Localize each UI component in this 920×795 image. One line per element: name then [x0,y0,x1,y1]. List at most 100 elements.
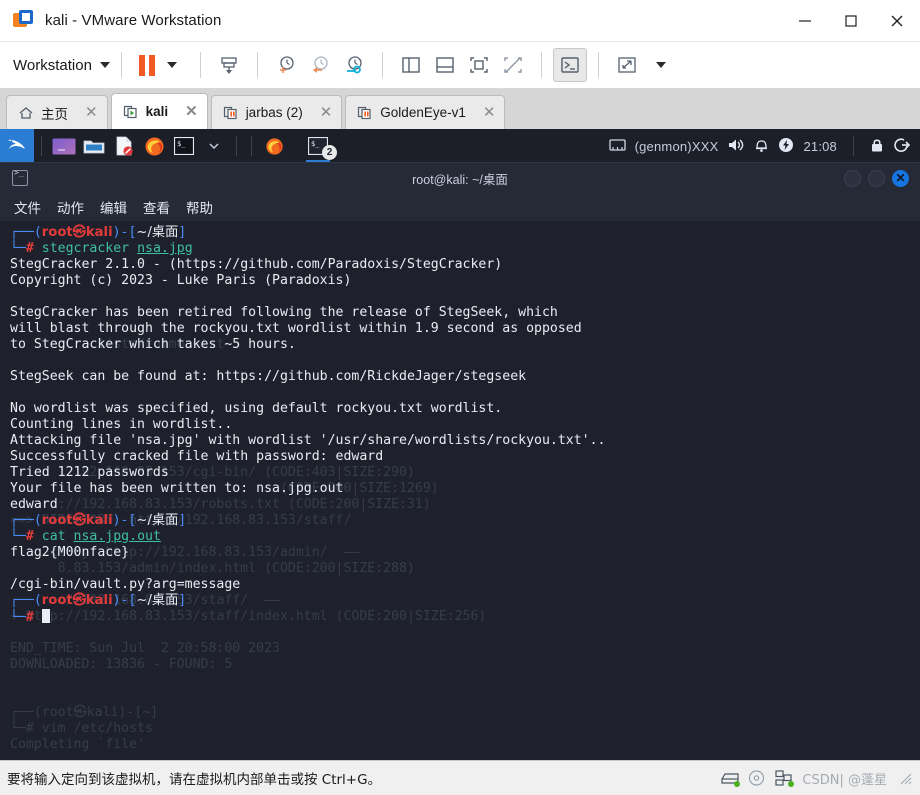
power-icon[interactable] [778,137,794,156]
toolbar-divider [597,52,599,78]
workstation-menu-label: Workstation [13,56,92,74]
full-screen-button[interactable] [610,48,644,82]
hard-disk-status-icon[interactable] [721,770,741,787]
launcher-terminal[interactable]: $_ [169,129,199,163]
terminal-live-text: ┌──(root㉿kali)-[~/桌面] └─# stegcracker nsa… [10,225,920,625]
terminal-ghost-line [10,673,920,689]
terminal-ghost-line: DOWNLOADED: 13836 - FOUND: 5 [10,657,233,672]
terminal-titlebar: root@kali: ~/桌面 ✕ [0,163,920,193]
unity-mode-dropdown-button[interactable] [644,48,678,82]
clock[interactable]: 21:08 [803,139,837,154]
show-library-button[interactable] [394,48,428,82]
show-thumbnail-bar-button[interactable] [428,48,462,82]
terminal-ghost-line: └─# vim /etc/hosts [10,721,153,736]
terminal-title: root@kali: ~/桌面 [412,172,508,187]
genmon-text: (genmon)XXX [634,138,719,154]
take-snapshot-button[interactable] [269,48,303,82]
terminal-output-line: Successfully cracked file with password:… [10,449,384,464]
vm-tab-strip: 主页 ✕ kali ✕ jarbas (2) ✕ GoldenEye-v1 ✕ [0,89,920,129]
terminal-output-line: Counting lines in wordlist.. [10,417,233,432]
lock-icon[interactable] [870,137,884,156]
toolbar-divider [256,52,258,78]
menu-help[interactable]: 帮助 [186,197,213,217]
launcher-text-editor[interactable] [109,129,139,163]
send-ctrl-alt-del-button[interactable] [212,48,246,82]
tab-jarbas-label: jarbas (2) [245,105,303,120]
bell-icon[interactable] [754,137,769,156]
terminal-prompt-line: ┌──(root㉿kali)-[~/桌面] [10,225,187,240]
terminal-menubar: 文件 动作 编辑 查看 帮助 [0,193,920,221]
terminal-output-line: Attacking file 'nsa.jpg' with wordlist '… [10,433,606,448]
tab-home-close-icon[interactable]: ✕ [85,105,98,120]
window-title: kali - VMware Workstation [45,12,222,29]
vmware-statusbar: 要将输入定向到该虚拟机，请在虚拟机内部单击或按 Ctrl+G。 CSDN| @蓬… [0,760,920,795]
network-icon[interactable] [608,138,626,155]
terminal-ghost-line: END_TIME: Sun Jul 2 20:58:00 2023 [10,641,280,656]
cd-dvd-status-icon[interactable] [748,770,766,786]
system-tray: (genmon)XXX 21:08 [608,136,920,156]
tab-kali[interactable]: kali ✕ [110,93,208,129]
vmware-toolbar: Workstation [0,42,920,89]
close-button[interactable] [874,0,920,42]
terminal-command-line: └─# stegcracker nsa.jpg [10,241,193,256]
volume-icon[interactable] [727,137,745,156]
tab-jarbas[interactable]: jarbas (2) ✕ [210,95,343,129]
terminal-ghost-line: Completing `file' [10,737,145,752]
statusbar-icons: CSDN| @蓬星 [721,769,920,788]
terminal-prompt-line: ┌──(root㉿kali)-[~/桌面] [10,593,187,608]
revert-snapshot-button[interactable] [303,48,337,82]
manage-snapshots-button[interactable] [337,48,371,82]
launcher-firefox[interactable] [139,129,169,163]
toolbar-divider [540,52,542,78]
task-firefox[interactable] [259,129,289,163]
maximize-button[interactable] [828,0,874,42]
menu-actions[interactable]: 动作 [57,197,84,217]
launcher-file-manager[interactable] [79,129,109,163]
launcher-dropdown[interactable] [199,129,229,163]
task-terminal[interactable]: $_ 2 [303,129,337,163]
tab-home[interactable]: 主页 ✕ [6,95,108,129]
terminal-ghost-line [10,625,920,641]
tab-kali-close-icon[interactable]: ✕ [185,104,198,119]
terminal-output-line: Tried 1212 passwords [10,465,169,480]
resize-grip[interactable] [898,771,912,785]
kali-dragon-logo[interactable] [0,129,34,163]
pause-button[interactable] [138,54,155,76]
terminal-output-line: StegCracker 2.1.0 - (https://github.com/… [10,257,503,272]
tab-goldeneye-close-icon[interactable]: ✕ [483,105,496,120]
statusbar-message: 要将输入定向到该虚拟机，请在虚拟机内部单击或按 Ctrl+G。 [7,772,382,788]
logout-icon[interactable] [893,137,911,156]
toolbar-divider [381,52,383,78]
terminal-output-line: flag2{M00nface} [10,545,130,560]
window-titlebar: kali - VMware Workstation [0,0,920,42]
panel-divider [236,136,237,156]
menu-file[interactable]: 文件 [14,197,41,217]
show-console-view-button[interactable] [462,48,496,82]
task-terminal-badge: 2 [322,145,337,160]
terminal-output-line: No wordlist was specified, using default… [10,401,503,416]
minimize-button[interactable] [782,0,828,42]
terminal-window: root@kali: ~/桌面 ✕ 文件 动作 编辑 查看 帮助 lists/c… [0,163,920,760]
panel-divider [41,136,42,156]
chevron-down-icon [166,62,177,68]
launcher-terminal-purple[interactable] [49,129,79,163]
tab-goldeneye[interactable]: GoldenEye-v1 ✕ [345,95,506,129]
network-adapter-status-icon[interactable] [775,770,795,787]
chevron-down-icon [655,62,666,68]
vmware-logo-icon [13,9,35,32]
chevron-down-icon [209,143,219,150]
terminal-output-line: will blast through the rockyou.txt wordl… [10,321,582,336]
pause-dropdown-button[interactable] [155,48,189,82]
menu-edit[interactable]: 编辑 [100,197,127,217]
console-terminal-button[interactable] [552,48,587,82]
terminal-output-line: Copyright (c) 2023 - Luke Paris (Paradox… [10,273,352,288]
tab-jarbas-close-icon[interactable]: ✕ [320,105,333,120]
status-active-dot [734,781,741,787]
workstation-menu-button[interactable]: Workstation [13,57,110,74]
menu-view[interactable]: 查看 [143,197,170,217]
terminal-cursor [41,609,50,623]
terminal-output-area[interactable]: lists/common.txt 192.168.83.153/cgi-bin/… [0,221,920,760]
hide-console-view-button[interactable] [496,48,530,82]
